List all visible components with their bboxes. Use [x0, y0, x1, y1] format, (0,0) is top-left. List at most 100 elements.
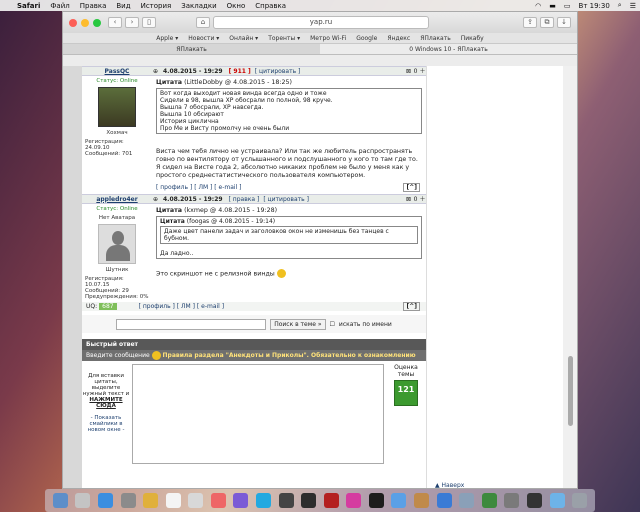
quote-click-link[interactable]: НАЖМИТЕ СЮДА: [82, 397, 130, 409]
sidebar-icon[interactable]: ▯: [142, 17, 156, 28]
battery-icon[interactable]: ▭: [560, 2, 575, 10]
wifi-icon[interactable]: ◠: [531, 2, 545, 10]
menu-edit[interactable]: Правка: [75, 2, 112, 10]
app-icon[interactable]: [210, 493, 226, 508]
app-icon[interactable]: [301, 493, 317, 508]
quote-text: Да ладно..: [160, 250, 194, 257]
topic-search: Поиск в теме » ☐ искать по имени: [82, 315, 426, 333]
downloads-icon[interactable]: ↓: [557, 17, 571, 28]
ibooks-icon[interactable]: [414, 493, 430, 508]
app-menu[interactable]: Safari: [12, 2, 45, 10]
quick-reply-header: Быстрый ответ: [82, 339, 426, 350]
name-checkbox[interactable]: ☐: [330, 321, 335, 328]
report-icon[interactable]: ⊠: [405, 68, 412, 75]
smile-icon: [276, 269, 286, 278]
terminal-icon[interactable]: [278, 493, 294, 508]
skype-icon[interactable]: [255, 493, 271, 508]
menu-window[interactable]: Окно: [222, 2, 251, 10]
launchpad-icon[interactable]: [75, 493, 91, 508]
fav-google[interactable]: Google: [351, 35, 382, 42]
tab-windows10[interactable]: 0 Windows 10 - ЯПлакать: [320, 44, 577, 54]
user-title: Хохмач: [106, 130, 128, 136]
tab-yaplakal[interactable]: ЯПлакать: [63, 44, 320, 54]
tabs-icon[interactable]: ⧉: [540, 17, 554, 28]
photos-icon[interactable]: [188, 493, 204, 508]
up-button[interactable]: [^]: [403, 183, 420, 192]
scrollbar[interactable]: [563, 66, 577, 488]
quote-source: (LittleDobby @ 4.08.2015 - 18:25): [184, 79, 293, 86]
notes-icon[interactable]: [143, 493, 159, 508]
appstore-icon[interactable]: [391, 493, 407, 508]
post-text: Это скриншот не с релизной винды: [156, 270, 275, 278]
mail-icon[interactable]: [120, 493, 136, 508]
scroll-thumb[interactable]: [568, 356, 573, 426]
post-date: 4.08.2015 - 19:29: [163, 195, 223, 203]
profile-links[interactable]: [ профиль ] [ ЛМ ] [ e-mail ]: [156, 184, 242, 191]
trash-icon[interactable]: [572, 493, 588, 508]
home-icon[interactable]: ⌂: [196, 17, 210, 28]
report-icon[interactable]: ⊠: [405, 196, 412, 203]
search-input[interactable]: [116, 318, 267, 330]
post-author[interactable]: PassQC: [82, 68, 152, 75]
fav-news[interactable]: Новости ▾: [183, 35, 224, 42]
smilies-link[interactable]: - Показать смайлики в новом окне -: [82, 415, 130, 433]
preview-icon[interactable]: [459, 493, 475, 508]
favorites-bar: Apple ▾ Новости ▾ Онлайн ▾ Торенты ▾ Мет…: [63, 33, 577, 44]
downloads-folder-icon[interactable]: [549, 493, 565, 508]
viber-icon[interactable]: [233, 493, 249, 508]
app-icon[interactable]: [481, 493, 497, 508]
plus-icon[interactable]: ＋: [419, 68, 426, 75]
calendar-icon[interactable]: [165, 493, 181, 508]
reputation[interactable]: [ 911 ]: [229, 68, 251, 75]
flag-icon[interactable]: ▬: [545, 2, 560, 10]
quote-link[interactable]: [ цитировать ]: [255, 68, 301, 75]
clock[interactable]: Вт 19:30: [575, 2, 614, 10]
up-button[interactable]: [^]: [403, 302, 420, 311]
back-icon[interactable]: ‹: [108, 17, 122, 28]
profile-links[interactable]: [ профиль ] [ ЛМ ] [ e-mail ]: [139, 303, 225, 310]
menu-view[interactable]: Вид: [111, 2, 135, 10]
fav-pikabu[interactable]: Пикабу: [456, 35, 489, 42]
fav-yaplakal[interactable]: ЯПлакать: [415, 35, 456, 42]
acrobat-icon[interactable]: [323, 493, 339, 508]
scroll-top-link[interactable]: ▲ Наверх: [435, 482, 464, 488]
menu-file[interactable]: Файл: [45, 2, 74, 10]
rules-link[interactable]: Правила раздела "Анекдоты и Приколы". Об…: [163, 352, 416, 359]
fav-online[interactable]: Онлайн ▾: [224, 35, 263, 42]
minimize-icon[interactable]: [81, 18, 89, 27]
itunes-icon[interactable]: [346, 493, 362, 508]
quote-help-text: Для вставки цитаты, выделите нужный текс…: [82, 373, 130, 397]
user-status: Статус: Online: [96, 78, 138, 84]
app-icon[interactable]: [436, 493, 452, 508]
post-author[interactable]: appledro4er: [82, 196, 152, 203]
share-icon[interactable]: ⇪: [523, 17, 537, 28]
fav-yandex[interactable]: Яндекс: [382, 35, 415, 42]
reply-textarea[interactable]: [132, 364, 384, 464]
fav-torrents[interactable]: Торенты ▾: [263, 35, 305, 42]
app-icon[interactable]: [526, 493, 542, 508]
forward-icon[interactable]: ›: [125, 17, 139, 28]
list-icon[interactable]: ☰: [626, 2, 640, 10]
plus-icon[interactable]: ＋: [419, 196, 426, 203]
fav-apple[interactable]: Apple ▾: [151, 35, 183, 42]
search-icon[interactable]: ⌕: [614, 1, 626, 10]
settings-icon[interactable]: [504, 493, 520, 508]
edit-link[interactable]: [ правка ]: [229, 196, 260, 203]
close-icon[interactable]: [69, 18, 77, 27]
search-button[interactable]: Поиск в теме »: [270, 318, 326, 330]
menu-bookmarks[interactable]: Закладки: [176, 2, 221, 10]
avatar: [98, 87, 136, 127]
app-icon[interactable]: [368, 493, 384, 508]
address-bar[interactable]: yap.ru: [213, 16, 429, 29]
finder-icon[interactable]: [52, 493, 68, 508]
zoom-icon[interactable]: [93, 18, 101, 27]
vote-count: 0: [413, 67, 418, 75]
menu-help[interactable]: Справка: [250, 2, 291, 10]
menu-history[interactable]: История: [136, 2, 177, 10]
quote-link[interactable]: [ цитировать ]: [263, 196, 309, 203]
fav-metro[interactable]: Метро Wi-Fi: [305, 35, 351, 42]
quick-reply-form: Для вставки цитаты, выделите нужный текс…: [82, 361, 426, 471]
safari-icon[interactable]: [97, 493, 113, 508]
page-content: PassQC ⊕ 4.08.2015 - 19:29 [ 911 ] [ цит…: [63, 66, 577, 488]
post-icon: ⊕: [152, 67, 159, 75]
